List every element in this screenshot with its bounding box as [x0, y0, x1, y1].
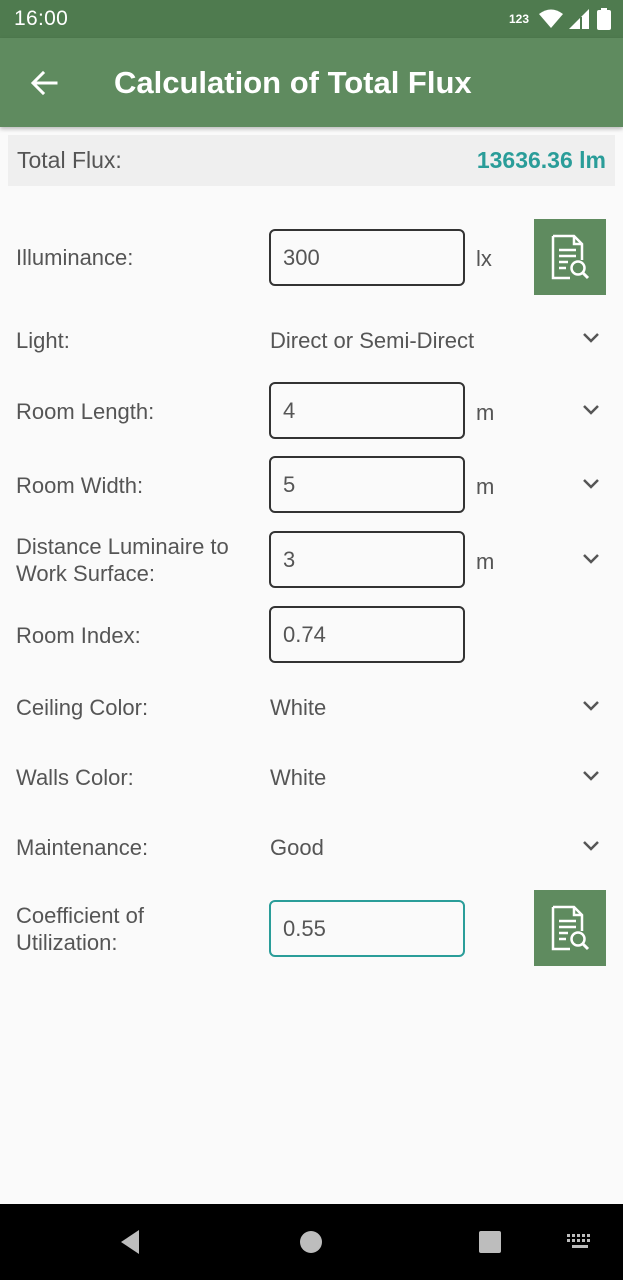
- light-label: Light:: [16, 328, 70, 353]
- room-width-label: Room Width:: [16, 473, 144, 498]
- system-nav-bar: [0, 1204, 623, 1280]
- light-select[interactable]: Direct or Semi-Direct: [270, 328, 474, 354]
- walls-color-row[interactable]: Walls Color: White: [0, 756, 623, 800]
- nav-home-button[interactable]: [291, 1204, 331, 1280]
- nav-back-icon: [121, 1230, 139, 1254]
- room-length-unit[interactable]: m: [476, 400, 494, 426]
- ceiling-color-label: Ceiling Color:: [16, 695, 149, 720]
- room-index-row: Room Index: 0.74: [0, 606, 623, 663]
- illuminance-input[interactable]: 300: [269, 229, 465, 286]
- coefficient-label-line2: Utilization:: [16, 930, 118, 955]
- wifi-icon: [539, 9, 563, 28]
- distance-label-line1: Distance Luminaire to: [16, 534, 229, 559]
- chevron-down-icon[interactable]: [580, 765, 602, 787]
- illuminance-unit: lx: [476, 246, 492, 271]
- status-icons: 123: [509, 8, 611, 30]
- chevron-down-icon[interactable]: [580, 835, 602, 857]
- keyboard-switch-button[interactable]: [562, 1204, 598, 1280]
- coefficient-label-line1: Coefficient of: [16, 903, 145, 928]
- coefficient-row: Coefficient of Utilization: 0.55: [0, 890, 623, 966]
- chevron-down-icon[interactable]: [580, 399, 602, 421]
- chevron-down-icon[interactable]: [580, 695, 602, 717]
- room-width-input[interactable]: 5: [269, 456, 465, 513]
- chevron-down-icon[interactable]: [580, 473, 602, 495]
- nav-back-button[interactable]: [110, 1204, 150, 1280]
- distance-unit[interactable]: m: [476, 549, 494, 575]
- distance-input[interactable]: 3: [269, 531, 465, 588]
- total-flux-bar: Total Flux: 13636.36 lm: [8, 135, 615, 186]
- signal-icon: [569, 9, 589, 29]
- app-bar: Calculation of Total Flux: [0, 38, 623, 127]
- document-search-icon: [551, 905, 590, 951]
- ceiling-color-select[interactable]: White: [270, 695, 326, 721]
- room-width-row: Room Width: 5 m: [0, 456, 623, 513]
- document-search-icon: [551, 234, 590, 280]
- nav-home-icon: [300, 1231, 322, 1253]
- illuminance-lookup-button[interactable]: [534, 219, 606, 295]
- nav-recents-button[interactable]: [470, 1204, 510, 1280]
- total-flux-label: Total Flux:: [17, 147, 122, 173]
- chevron-down-icon[interactable]: [580, 327, 602, 349]
- maintenance-select[interactable]: Good: [270, 835, 324, 861]
- room-length-input[interactable]: 4: [269, 382, 465, 439]
- coefficient-lookup-button[interactable]: [534, 890, 606, 966]
- distance-label-line2: Work Surface:: [16, 561, 155, 586]
- room-width-unit[interactable]: m: [476, 474, 494, 500]
- room-length-row: Room Length: 4 m: [0, 382, 623, 439]
- walls-color-select[interactable]: White: [270, 765, 326, 791]
- coefficient-input[interactable]: 0.55: [269, 900, 465, 957]
- status-bar: 16:00 123: [0, 0, 623, 38]
- battery-icon: [597, 8, 611, 30]
- room-index-label: Room Index:: [16, 623, 141, 648]
- distance-row: Distance Luminaire to Work Surface: 3 m: [0, 531, 623, 588]
- illuminance-row: Illuminance: 300 lx: [0, 219, 623, 295]
- illuminance-label: Illuminance:: [16, 245, 134, 270]
- room-length-label: Room Length:: [16, 399, 155, 424]
- maintenance-label: Maintenance:: [16, 835, 149, 860]
- maintenance-row[interactable]: Maintenance: Good: [0, 826, 623, 870]
- light-row[interactable]: Light: Direct or Semi-Direct: [0, 318, 623, 362]
- network-type: 123: [508, 12, 529, 26]
- keyboard-icon: [567, 1234, 590, 1248]
- back-arrow-icon: [30, 70, 58, 95]
- page-title: Calculation of Total Flux: [114, 64, 472, 100]
- status-time: 16:00: [14, 7, 69, 30]
- nav-recents-icon: [479, 1231, 501, 1253]
- back-button[interactable]: [0, 38, 88, 127]
- chevron-down-icon[interactable]: [580, 548, 602, 570]
- room-index-input[interactable]: 0.74: [269, 606, 465, 663]
- total-flux-value: 13636.36 lm: [476, 147, 606, 173]
- ceiling-color-row[interactable]: Ceiling Color: White: [0, 686, 623, 730]
- walls-color-label: Walls Color:: [16, 765, 134, 790]
